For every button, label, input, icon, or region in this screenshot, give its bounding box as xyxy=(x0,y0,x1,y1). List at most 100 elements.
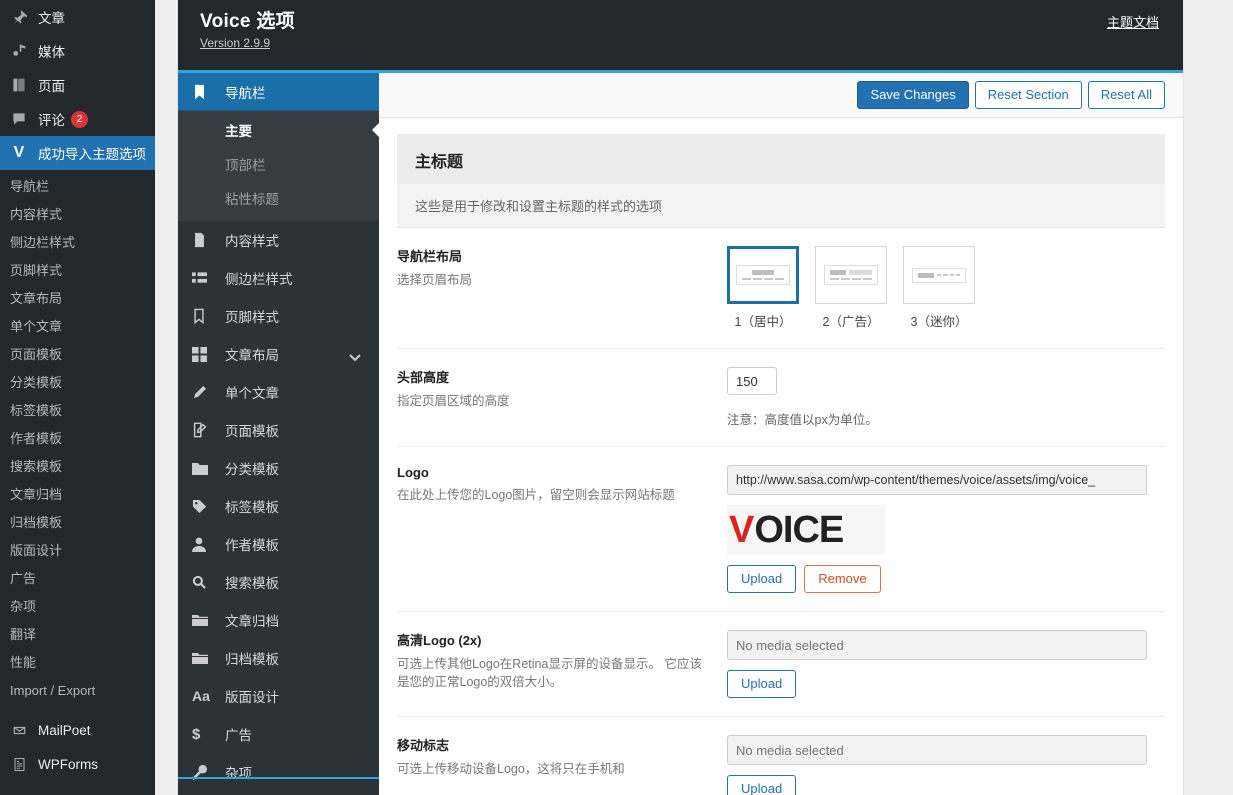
submenu-item-9[interactable]: 作者模板 xyxy=(0,425,155,453)
layout-caption: 1（居中） xyxy=(727,311,799,330)
nav-item-category-template[interactable]: 分类模板 xyxy=(178,449,379,487)
sidebar-item-pages[interactable]: 页面 xyxy=(0,68,155,102)
submenu-item-6[interactable]: 页面模板 xyxy=(0,341,155,369)
nav-item-label: 导航栏 xyxy=(225,82,266,102)
submenu-item-18[interactable]: Import / Export xyxy=(0,677,155,705)
nav-item-post-layout[interactable]: 文章布局 xyxy=(178,335,379,373)
nav-item-ads[interactable]: $ 广告 xyxy=(178,715,379,753)
submenu-item-14[interactable]: 广告 xyxy=(0,565,155,593)
sidebar-item-label: MailPoet xyxy=(38,723,91,738)
nav-item-search-template[interactable]: 搜索模板 xyxy=(178,563,379,601)
logo-url-input[interactable] xyxy=(727,465,1147,495)
field-subtitle: 可选上传其他Logo在Retina显示屏的设备显示。 它应该是您的正常Logo的… xyxy=(397,655,707,691)
nav-item-page-template[interactable]: 页面模板 xyxy=(178,411,379,449)
field-header-height: 头部高度 指定页眉区域的高度 注意：高度值以px为单位。 xyxy=(397,349,1165,447)
field-title: 头部高度 xyxy=(397,367,707,386)
nav-sub-item-main[interactable]: 主要 xyxy=(178,113,379,147)
chevron-down-icon xyxy=(349,350,361,365)
nav-sub-item-sticky-header[interactable]: 粘性标题 xyxy=(178,181,379,215)
main-area: Voice 选项 Version 2.9.9 主题文档 导航栏 主要 xyxy=(155,0,1233,795)
logo-wordmark: VOICE xyxy=(729,511,843,549)
nav-sub-item-topbar[interactable]: 顶部栏 xyxy=(178,147,379,181)
folder-open-icon xyxy=(192,614,216,626)
submenu-item-12[interactable]: 归档模板 xyxy=(0,509,155,537)
nav-item-sidebar-style[interactable]: 侧边栏样式 xyxy=(178,259,379,297)
field-control: VOICE Upload Remove xyxy=(727,465,1165,593)
mobile-logo-upload-button[interactable]: Upload xyxy=(727,775,796,795)
submenu-item-1[interactable]: 内容样式 xyxy=(0,201,155,229)
sidebar-item-media[interactable]: 媒体 xyxy=(0,34,155,68)
sidebar-item-comments[interactable]: 评论 2 xyxy=(0,102,155,136)
folder-open-icon xyxy=(192,652,216,664)
mobile-logo-buttons: Upload xyxy=(727,775,1165,795)
pin-icon xyxy=(8,7,30,27)
sidebar-item-label: 成功导入主题选项 xyxy=(38,143,146,163)
submenu-item-15[interactable]: 杂项 xyxy=(0,593,155,621)
sidebar-item-wpforms[interactable]: WPForms xyxy=(0,747,155,781)
layout-preview-ad xyxy=(824,265,878,285)
layout-caption: 3（迷你） xyxy=(903,311,975,330)
preview-menu-dots xyxy=(830,278,872,280)
reset-section-button[interactable]: Reset Section xyxy=(975,81,1082,109)
nav-item-single-post[interactable]: 单个文章 xyxy=(178,373,379,411)
submenu-item-7[interactable]: 分类模板 xyxy=(0,369,155,397)
header-height-input[interactable] xyxy=(727,367,777,395)
submenu-item-13[interactable]: 版面设计 xyxy=(0,537,155,565)
submenu-item-2[interactable]: 侧边栏样式 xyxy=(0,229,155,257)
submenu-item-17[interactable]: 性能 xyxy=(0,649,155,677)
field-subtitle: 可选上传移动设备Logo，这将只在手机和 xyxy=(397,760,707,778)
nav-item-typography[interactable]: Aa 版面设计 xyxy=(178,677,379,715)
logo-remove-button[interactable]: Remove xyxy=(804,565,880,593)
pencil-icon xyxy=(192,385,216,400)
field-control: Upload xyxy=(727,735,1165,795)
nav-item-label: 页脚样式 xyxy=(225,306,279,326)
mobile-logo-media-input[interactable] xyxy=(727,735,1147,765)
submenu-item-0[interactable]: 导航栏 xyxy=(0,173,155,201)
sidebar-item-mailpoet[interactable]: MailPoet xyxy=(0,713,155,747)
nav-item-post-archive[interactable]: 文章归档 xyxy=(178,601,379,639)
field-control: Upload xyxy=(727,630,1165,698)
preview-menu-dots xyxy=(742,278,784,280)
submenu-item-8[interactable]: 标签模板 xyxy=(0,397,155,425)
logo-upload-button[interactable]: Upload xyxy=(727,565,796,593)
nav-item-footer-style[interactable]: 页脚样式 xyxy=(178,297,379,335)
submenu-item-3[interactable]: 页脚样式 xyxy=(0,257,155,285)
sidebar-item-label: 评论 xyxy=(38,109,65,129)
sidebar-item-theme-options[interactable]: V 成功导入主题选项 xyxy=(0,136,155,170)
field-label-group: 导航栏布局 选择页眉布局 xyxy=(397,246,727,330)
layout-option-ad[interactable]: 2（广告） xyxy=(815,246,887,330)
sidebar-item-label: WPForms xyxy=(38,757,98,772)
layout-option-centered[interactable]: 1（居中） xyxy=(727,246,799,330)
retina-logo-media-input[interactable] xyxy=(727,630,1147,660)
layout-option-mini[interactable]: 3（迷你） xyxy=(903,246,975,330)
layout-preview-mini xyxy=(912,268,966,283)
nav-item-author-template[interactable]: 作者模板 xyxy=(178,525,379,563)
voice-v-icon: V xyxy=(8,143,30,163)
save-changes-button[interactable]: Save Changes xyxy=(857,81,968,109)
field-mobile-logo: 移动标志 可选上传移动设备Logo，这将只在手机和 Upload xyxy=(397,717,1165,795)
options-header: Voice 选项 Version 2.9.9 主题文档 xyxy=(178,0,1183,70)
submenu-item-16[interactable]: 翻译 xyxy=(0,621,155,649)
submenu-item-11[interactable]: 文章归档 xyxy=(0,481,155,509)
theme-docs-link[interactable]: 主题文档 xyxy=(1107,12,1159,31)
nav-item-label: 作者模板 xyxy=(225,534,279,554)
options-body: 导航栏 主要 顶部栏 粘性标题 内容样式 xyxy=(178,73,1183,795)
nav-item-tag-template[interactable]: 标签模板 xyxy=(178,487,379,525)
nav-item-content-style[interactable]: 内容样式 xyxy=(178,221,379,259)
field-label-group: Logo 在此处上传您的Logo图片，留空则会显示网站标题 xyxy=(397,465,727,593)
version-link[interactable]: Version 2.9.9 xyxy=(200,36,270,50)
sidebar-item-posts[interactable]: 文章 xyxy=(0,0,155,34)
preview-logo-bar xyxy=(752,270,774,275)
retina-logo-upload-button[interactable]: Upload xyxy=(727,670,796,698)
nav-item-misc[interactable]: 杂项 xyxy=(178,753,379,791)
submenu-item-5[interactable]: 单个文章 xyxy=(0,313,155,341)
field-header-layout: 导航栏布局 选择页眉布局 xyxy=(397,228,1165,349)
nav-item-header[interactable]: 导航栏 xyxy=(178,73,379,111)
theme-options-panel: Voice 选项 Version 2.9.9 主题文档 导航栏 主要 xyxy=(178,0,1183,795)
submenu-item-10[interactable]: 搜索模板 xyxy=(0,453,155,481)
section-title: 主标题 xyxy=(415,148,1147,172)
submenu-item-4[interactable]: 文章布局 xyxy=(0,285,155,313)
nav-item-archive-template[interactable]: 归档模板 xyxy=(178,639,379,677)
field-title: 导航栏布局 xyxy=(397,246,707,265)
reset-all-button[interactable]: Reset All xyxy=(1088,81,1165,109)
